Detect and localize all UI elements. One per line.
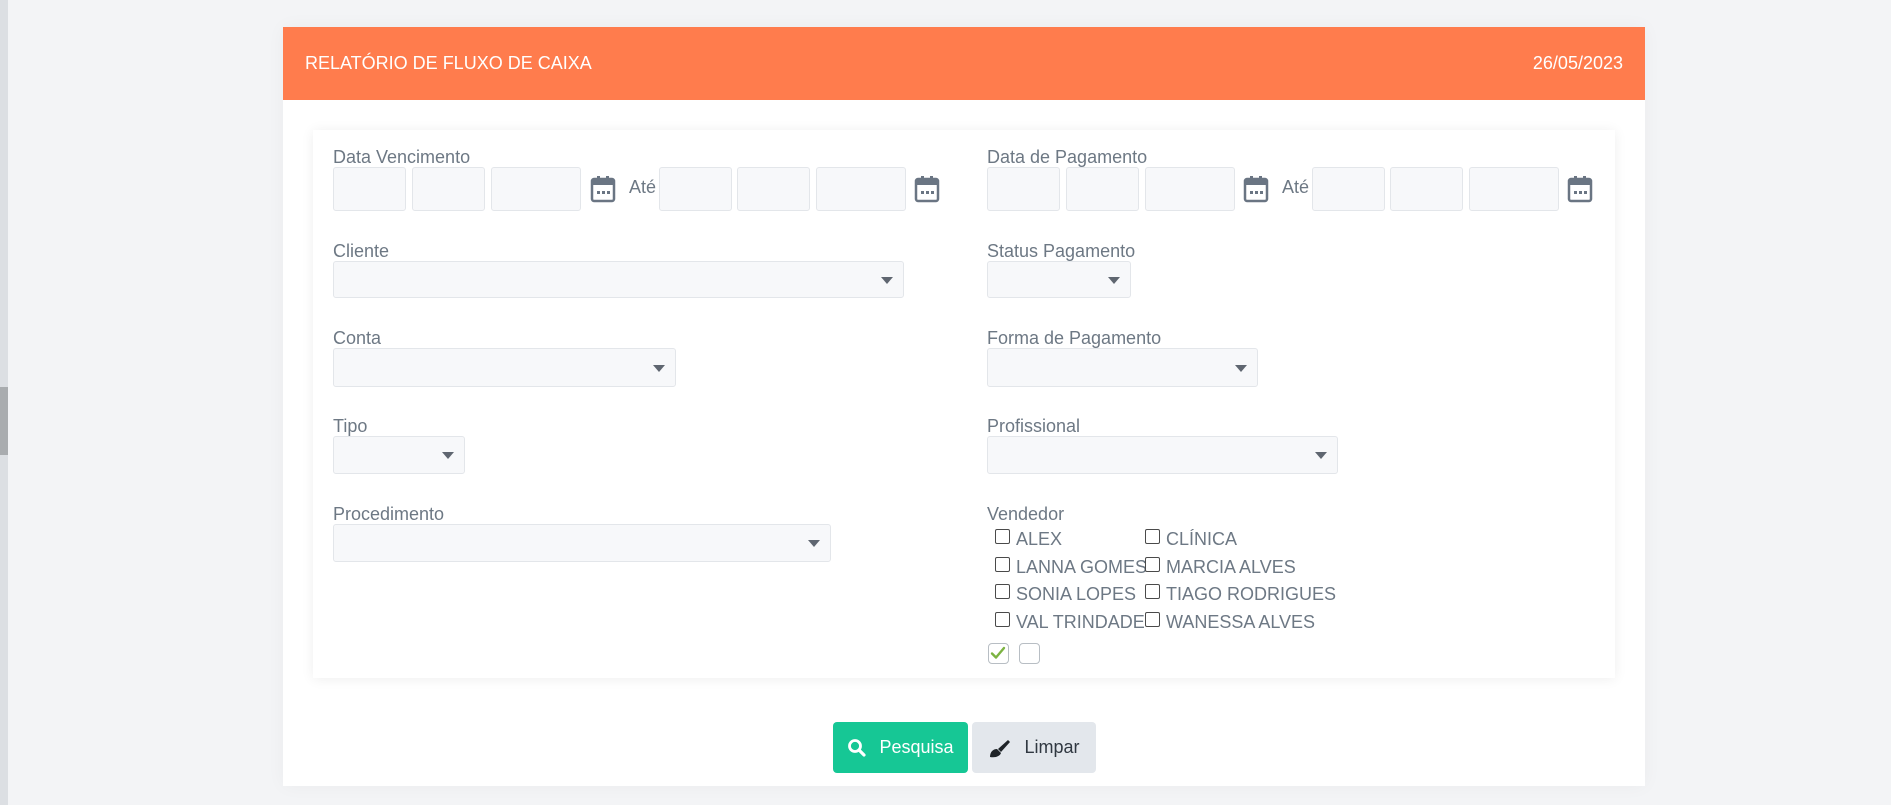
seller-option[interactable]: WANESSA ALVES xyxy=(1145,612,1315,633)
account-select[interactable] xyxy=(333,348,676,387)
chevron-down-icon xyxy=(442,452,454,459)
checkbox[interactable] xyxy=(1145,584,1160,599)
payment-date-to-day[interactable] xyxy=(1312,167,1385,211)
chevron-down-icon xyxy=(1235,364,1247,372)
seller-option[interactable]: LANNA GOMES xyxy=(995,557,1147,578)
calendar-icon[interactable] xyxy=(590,175,616,203)
search-button-label: Pesquisa xyxy=(879,737,954,757)
checkbox[interactable] xyxy=(995,557,1010,572)
payment-date-label: Data de Pagamento xyxy=(987,147,1148,167)
search-button[interactable]: Pesquisa xyxy=(833,722,968,773)
chevron-down-icon xyxy=(881,276,893,284)
chevron-down-icon xyxy=(1108,276,1120,284)
checkbox[interactable] xyxy=(995,584,1010,599)
procedure-label: Procedimento xyxy=(333,504,445,524)
due-date-from-day[interactable] xyxy=(333,167,406,211)
select-all-checkbox[interactable] xyxy=(988,643,1009,664)
client-select[interactable] xyxy=(333,261,904,298)
professional-label: Profissional xyxy=(987,416,1081,436)
brush-icon xyxy=(990,739,1011,757)
payment-date-until-label: Até xyxy=(1282,177,1310,197)
clear-button-label: Limpar xyxy=(1024,737,1080,757)
procedure-select[interactable] xyxy=(333,524,831,562)
calendar-icon[interactable] xyxy=(914,175,940,203)
payment-status-label: Status Pagamento xyxy=(987,241,1136,261)
due-date-from-month[interactable] xyxy=(412,167,485,211)
due-date-to-day[interactable] xyxy=(659,167,732,211)
payment-method-label: Forma de Pagamento xyxy=(987,328,1162,348)
payment-date-from-day[interactable] xyxy=(987,167,1060,211)
checkbox[interactable] xyxy=(995,612,1010,627)
payment-date-to-year[interactable] xyxy=(1469,167,1559,211)
seller-option[interactable]: SONIA LOPES xyxy=(995,584,1136,605)
header-date: 26/05/2023 xyxy=(1532,53,1623,73)
payment-date-to-month[interactable] xyxy=(1390,167,1463,211)
calendar-icon[interactable] xyxy=(1567,175,1593,203)
due-date-until-label: Até xyxy=(629,177,657,197)
report-panel: RELATÓRIO DE FLUXO DE CAIXA 26/05/2023 D… xyxy=(283,27,1645,786)
payment-date-from-month[interactable] xyxy=(1066,167,1139,211)
seller-option[interactable]: VAL TRINDADE xyxy=(995,612,1145,633)
due-date-from-year[interactable] xyxy=(491,167,581,211)
due-date-to-month[interactable] xyxy=(737,167,810,211)
clear-button[interactable]: Limpar xyxy=(972,722,1096,773)
seller-option[interactable]: CLÍNICA xyxy=(1145,529,1237,550)
professional-select[interactable] xyxy=(987,436,1338,474)
type-label: Tipo xyxy=(333,416,368,436)
seller-option[interactable]: TIAGO RODRIGUES xyxy=(1145,584,1336,605)
due-date-to-year[interactable] xyxy=(816,167,906,211)
client-label: Cliente xyxy=(333,241,390,261)
payment-status-select[interactable] xyxy=(987,261,1131,298)
due-date-label: Data Vencimento xyxy=(333,147,471,167)
scrollbar-thumb[interactable] xyxy=(0,387,8,455)
checkbox[interactable] xyxy=(1145,557,1160,572)
checkbox[interactable] xyxy=(995,529,1010,544)
calendar-icon[interactable] xyxy=(1243,175,1269,203)
checkbox[interactable] xyxy=(1145,612,1160,627)
deselect-all-checkbox[interactable] xyxy=(1019,643,1040,664)
check-icon xyxy=(990,646,1006,659)
chevron-down-icon xyxy=(808,540,820,547)
checkbox[interactable] xyxy=(1145,529,1160,544)
type-select[interactable] xyxy=(333,436,465,474)
chevron-down-icon xyxy=(653,364,665,372)
account-label: Conta xyxy=(333,328,382,348)
left-scroll-rail[interactable] xyxy=(0,0,8,805)
filter-form: Data Vencimento Até Data de Pagamento At… xyxy=(313,130,1615,678)
payment-date-from-year[interactable] xyxy=(1145,167,1235,211)
panel-header: RELATÓRIO DE FLUXO DE CAIXA 26/05/2023 xyxy=(283,27,1645,100)
payment-method-select[interactable] xyxy=(987,348,1258,387)
search-icon xyxy=(848,738,867,757)
seller-label: Vendedor xyxy=(987,504,1065,524)
seller-option[interactable]: MARCIA ALVES xyxy=(1145,557,1296,578)
seller-option[interactable]: ALEX xyxy=(995,529,1062,550)
chevron-down-icon xyxy=(1315,452,1327,459)
page-title: RELATÓRIO DE FLUXO DE CAIXA xyxy=(305,53,592,73)
